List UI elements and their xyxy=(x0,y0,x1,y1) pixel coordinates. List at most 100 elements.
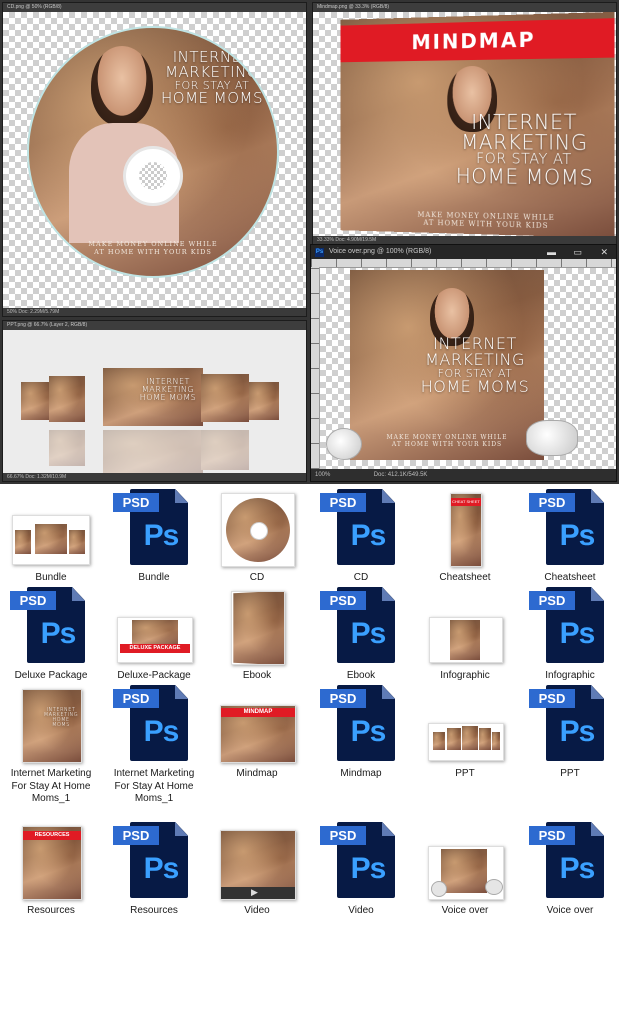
psd-file-icon: PSD Ps xyxy=(527,587,613,667)
file-item-mindmap[interactable]: MINDMAP Mindmap xyxy=(214,685,300,781)
psd-tag: PSD xyxy=(320,591,366,610)
file-item-video[interactable]: ▶ Video xyxy=(214,822,300,918)
cd-disc: INTERNET MARKETING FOR STAY AT HOME MOMS… xyxy=(27,26,279,278)
file-item-psd[interactable]: PSD Ps PPT xyxy=(527,685,613,781)
file-item-resources[interactable]: RESOURCES Resources xyxy=(8,822,94,918)
ebook-thumbnail xyxy=(231,591,285,665)
file-label: Internet Marketing For Stay At Home Moms… xyxy=(113,768,195,804)
voiceover-cover-art: INTERNET MARKETING FOR STAY AT HOME MOMS… xyxy=(350,270,544,460)
bundle-window-title[interactable]: PPT.png @ 66.7% (Layer 2, RGB/8) xyxy=(3,321,306,330)
file-item-infographic[interactable]: Infographic xyxy=(422,587,508,683)
file-label: PPT xyxy=(560,768,580,779)
file-item-deluxe[interactable]: DELUXE PACKAGE Deluxe-Package xyxy=(111,587,197,683)
bundle-product-row: INTERNET MARKETING HOME MOMS xyxy=(21,368,291,428)
cd-hole xyxy=(123,146,183,206)
file-item-psd[interactable]: PSD Ps Ebook xyxy=(318,587,404,683)
bundle-status-bar: 66.67% Doc: 1.32M/10.9M xyxy=(3,473,306,481)
mindmap-window-title[interactable]: Mindmap.png @ 33.3% (RGB/8) xyxy=(313,3,616,12)
mindmap-canvas[interactable]: MINDMAP INTERNET MARKETING FOR STAY AT H… xyxy=(313,12,616,236)
infographic-thumbnail xyxy=(429,617,503,663)
voiceover-doc-size: Doc: 412.1K/549.5K xyxy=(373,472,428,478)
file-label: Mindmap xyxy=(340,768,382,779)
cd-status-bar: 50% Doc: 2.29M/5.79M xyxy=(3,308,306,316)
close-icon[interactable]: ✕ xyxy=(600,245,608,259)
voiceover-window-title-bar[interactable]: Ps Voice over.png @ 100% (RGB/8) ✕ ▭ ▬ xyxy=(311,245,616,259)
psd-tag: PSD xyxy=(10,591,56,610)
file-item-cover[interactable]: INTERNET MARKETING HOME MOMS Internet Marke… xyxy=(8,685,94,804)
cover-title-line4: HOME MOMS xyxy=(52,717,70,728)
file-label: Deluxe Package xyxy=(14,670,88,681)
ps-glyph: Ps xyxy=(559,617,596,650)
file-item-psd[interactable]: PSD Ps Infographic xyxy=(527,587,613,683)
ps-glyph: Ps xyxy=(559,519,596,552)
voiceover-document-window[interactable]: Ps Voice over.png @ 100% (RGB/8) ✕ ▭ ▬ I… xyxy=(310,244,617,482)
file-label: PPT xyxy=(455,768,475,779)
minimize-icon[interactable]: ▬ xyxy=(547,245,556,259)
file-item-psd[interactable]: PSD Ps Voice over xyxy=(527,822,613,918)
file-item-bundle[interactable]: Bundle xyxy=(8,489,94,585)
psd-tag: PSD xyxy=(113,493,159,512)
psd-tag: PSD xyxy=(529,493,575,512)
file-label: Infographic xyxy=(440,670,490,681)
file-label: Voice over xyxy=(441,905,489,916)
file-item-psd[interactable]: PSD Ps Deluxe Package xyxy=(8,587,94,683)
cheatsheet-banner: CHEAT SHEET xyxy=(451,498,481,506)
cd-thumbnail xyxy=(221,493,295,567)
voiceover-thumbnail xyxy=(428,846,504,900)
psd-file-icon: PSD Ps xyxy=(8,587,94,667)
psd-file-icon: PSD Ps xyxy=(527,822,613,902)
cd-subtitle-line1: MAKE MONEY ONLINE WHILE xyxy=(88,240,218,248)
mindmap-status-bar: 33.33% Doc: 4.90M/19.5M xyxy=(313,236,616,244)
file-label: Video xyxy=(348,905,374,916)
voiceover-window-title: Voice over.png @ 100% (RGB/8) xyxy=(328,248,432,255)
deluxe-banner: DELUXE PACKAGE xyxy=(120,644,190,653)
file-label: Mindmap xyxy=(236,768,278,779)
ps-glyph: Ps xyxy=(350,519,387,552)
file-item-voiceover[interactable]: Voice over xyxy=(422,822,508,918)
cd-subtitle-line2: AT HOME WITH YOUR KIDS xyxy=(94,248,212,256)
file-item-cd[interactable]: CD xyxy=(214,489,300,585)
file-label: Voice over xyxy=(546,905,594,916)
ps-glyph: Ps xyxy=(350,715,387,748)
file-item-psd[interactable]: PSD Ps Resources xyxy=(111,822,197,918)
video-thumbnail: ▶ xyxy=(220,830,296,900)
bundle-document-window[interactable]: PPT.png @ 66.7% (Layer 2, RGB/8) INTERNE… xyxy=(2,320,307,482)
file-item-psd[interactable]: PSD Ps Mindmap xyxy=(318,685,404,781)
maximize-icon[interactable]: ▭ xyxy=(573,245,582,259)
psd-file-icon: PSD Ps xyxy=(527,489,613,569)
headphone-right-icon xyxy=(526,420,578,456)
file-item-ebook[interactable]: Ebook xyxy=(214,587,300,683)
psd-file-icon: PSD Ps xyxy=(111,685,197,765)
psd-tag: PSD xyxy=(529,591,575,610)
file-label: Bundle xyxy=(35,572,67,583)
cd-window-title[interactable]: CD.png @ 50% (RGB/8) xyxy=(3,3,306,12)
headphone-left-icon xyxy=(326,428,362,460)
file-label: Resources xyxy=(130,905,178,916)
cd-document-window[interactable]: CD.png @ 50% (RGB/8) INTERNET MARKETING … xyxy=(2,2,307,317)
bundle-reflection xyxy=(21,430,291,473)
psd-tag: PSD xyxy=(320,826,366,845)
voiceover-zoom[interactable]: 100% xyxy=(315,472,330,478)
psd-file-icon: PSD Ps xyxy=(111,489,197,569)
mindmap-document-window[interactable]: Mindmap.png @ 33.3% (RGB/8) MINDMAP INTE… xyxy=(312,2,617,245)
mindmap-thumbnail: MINDMAP xyxy=(220,705,296,763)
file-item-psd[interactable]: PSD Ps Internet Marketing For Stay At Home… xyxy=(111,685,197,804)
voiceover-canvas[interactable]: INTERNET MARKETING FOR STAY AT HOME MOMS… xyxy=(320,268,616,469)
file-item-psd[interactable]: PSD Ps Bundle xyxy=(111,489,197,585)
file-label: Infographic xyxy=(545,670,595,681)
file-item-psd[interactable]: PSD Ps CD xyxy=(318,489,404,585)
file-item-psd[interactable]: PSD Ps Video xyxy=(318,822,404,918)
mindmap-title-line2: MARKETING xyxy=(461,129,588,155)
ps-glyph: Ps xyxy=(559,715,596,748)
file-item-psd[interactable]: PSD Ps Cheatsheet xyxy=(527,489,613,585)
ps-glyph: Ps xyxy=(143,852,180,885)
psd-tag: PSD xyxy=(113,689,159,708)
bundle-canvas[interactable]: INTERNET MARKETING HOME MOMS xyxy=(3,330,306,473)
voiceover-status-bar: 100% Doc: 412.1K/549.5K xyxy=(311,469,616,481)
file-item-cheatsheet[interactable]: CHEAT SHEET Cheatsheet xyxy=(422,489,508,585)
file-item-ppt[interactable]: PPT xyxy=(422,685,508,781)
file-label: Deluxe-Package xyxy=(117,670,191,681)
cd-canvas[interactable]: INTERNET MARKETING FOR STAY AT HOME MOMS… xyxy=(3,12,306,308)
mindmap-thumb-banner: MINDMAP xyxy=(221,708,295,717)
mindmap-title-line4: HOME MOMS xyxy=(455,163,594,190)
